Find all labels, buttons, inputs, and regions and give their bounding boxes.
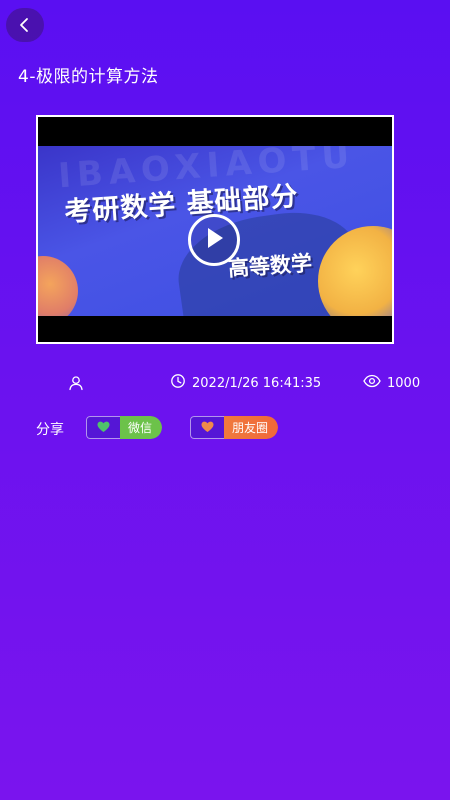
share-moments-icon-cell <box>190 416 224 439</box>
video-thumbnail[interactable]: IBAOXIAOTU 考研数学 基础部分 高等数学 <box>38 146 392 316</box>
share-wechat-icon-cell <box>86 416 120 439</box>
share-label: 分享 <box>36 422 64 438</box>
video-player[interactable]: IBAOXIAOTU 考研数学 基础部分 高等数学 <box>36 115 394 344</box>
video-meta-row: 2022/1/26 16:41:35 1000 <box>0 372 450 396</box>
share-row: 分享 微信 朋友圈 <box>36 416 416 440</box>
play-button[interactable] <box>188 214 240 266</box>
eye-icon <box>363 374 381 392</box>
chevron-left-icon <box>18 17 32 33</box>
play-icon <box>203 226 225 254</box>
share-moments-button[interactable]: 朋友圈 <box>190 416 279 439</box>
share-moments-label: 朋友圈 <box>224 416 279 439</box>
publish-datetime: 2022/1/26 16:41:35 <box>192 375 322 391</box>
heart-icon <box>201 418 214 437</box>
thumbnail-decor-blob <box>38 256 78 316</box>
share-wechat-button[interactable]: 微信 <box>86 416 163 439</box>
author-info <box>68 375 84 395</box>
publish-time: 2022/1/26 16:41:35 <box>170 372 321 394</box>
page-title: 4-极限的计算方法 <box>18 67 159 87</box>
view-count: 1000 <box>363 372 420 394</box>
user-icon <box>68 376 84 395</box>
view-count-value: 1000 <box>387 375 421 391</box>
heart-icon <box>97 418 110 437</box>
thumbnail-sub-caption: 高等数学 <box>227 251 313 281</box>
share-wechat-label: 微信 <box>120 416 163 439</box>
clock-icon <box>170 373 186 393</box>
back-button[interactable] <box>6 8 44 42</box>
